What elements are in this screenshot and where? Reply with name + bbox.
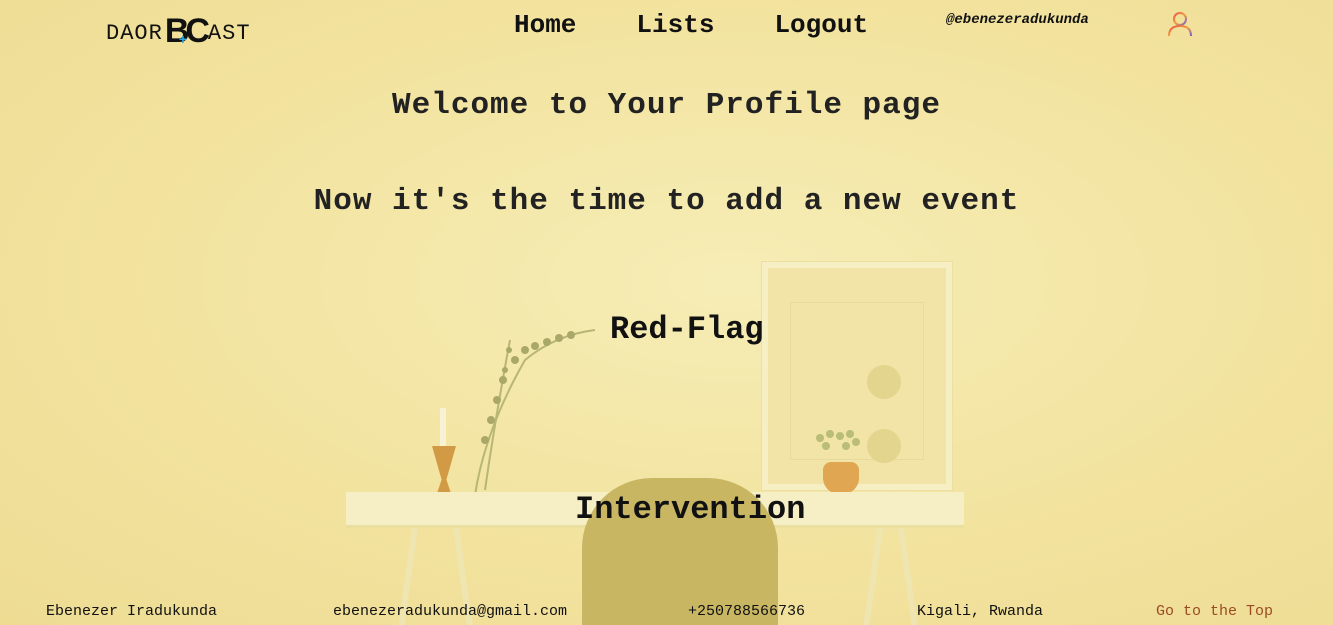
fern-plant — [474, 329, 596, 496]
go-to-top-link[interactable]: Go to the Top — [1156, 603, 1273, 620]
footer-location: Kigali, Rwanda — [917, 603, 1044, 620]
nav-logout-link[interactable]: Logout — [774, 10, 868, 40]
plant-pot — [823, 462, 859, 494]
intervention-button[interactable]: Intervention — [575, 491, 805, 528]
footer-phone: +250788566736 — [688, 603, 806, 620]
footer-name: Ebenezer Iradukunda — [46, 603, 218, 620]
main-nav: Home Lists Logout — [514, 10, 868, 40]
nav-home-link[interactable]: Home — [514, 10, 576, 40]
frame-circle — [867, 429, 901, 463]
site-logo[interactable]: DAOR BC + AST — [106, 6, 251, 48]
logo-mark: BC + — [165, 14, 210, 48]
user-handle: @ebenezeradukunda — [946, 12, 1089, 28]
nav-lists-link[interactable]: Lists — [636, 10, 714, 40]
logo-text-right: AST — [207, 21, 251, 46]
footer: Ebenezer Iradukunda ebenezeradukunda@gma… — [0, 601, 1333, 623]
footer-email: ebenezeradukunda@gmail.com — [333, 603, 568, 620]
user-icon[interactable] — [1166, 10, 1194, 38]
candle — [440, 408, 446, 446]
page-subtitle: Now it's the time to add a new event — [313, 184, 1020, 219]
red-flag-button[interactable]: Red-Flag — [610, 311, 764, 348]
logo-text-left: DAOR — [106, 21, 163, 46]
page-title: Welcome to Your Profile page — [392, 88, 941, 123]
logo-plus-icon: + — [178, 31, 187, 47]
frame-circle — [867, 365, 901, 399]
